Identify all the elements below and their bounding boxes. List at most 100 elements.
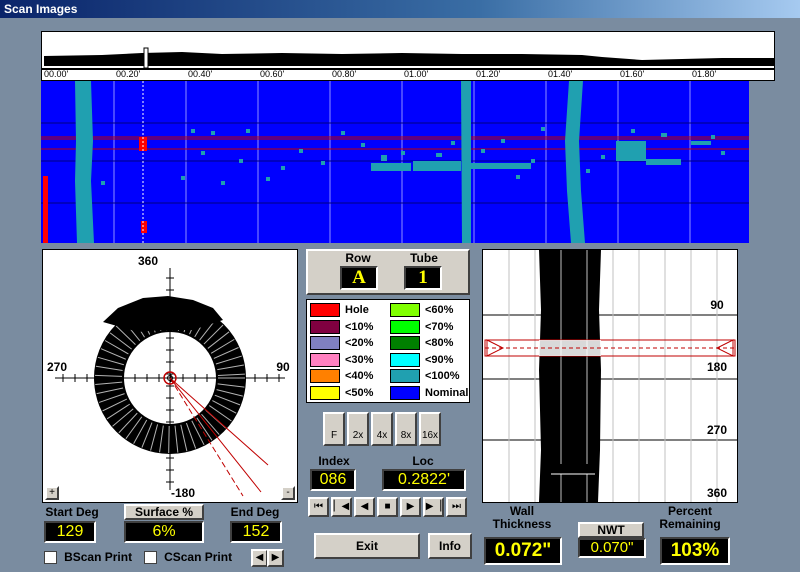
percent-remaining-value-display: 103% [660,537,730,565]
polar-zoom-in-button[interactable]: + [45,486,59,500]
legend-swatch [390,369,420,383]
prev-button[interactable]: ◀ [354,497,375,517]
legend-swatch [390,352,420,367]
index-label: Index [318,454,350,468]
start-deg-value-display: 129 [44,521,96,543]
profile-cursor [143,47,149,69]
zoom-button[interactable]: 4x [371,412,393,446]
legend-swatch [310,352,340,367]
loc-label: Loc [412,454,434,468]
info-button[interactable]: Info [428,533,472,559]
legend-item: <100% [387,368,460,384]
last-icon: ⏭ [452,501,461,512]
loc-value-display: 0.2822' [382,469,466,491]
scroll-left-button[interactable]: ◀ [251,549,268,567]
tube-label: Tube [410,251,438,265]
cscan-print-checkbox[interactable]: CScan Print [144,550,236,566]
zoom-button-group: F 2x 4x 8x 16x [323,412,447,446]
stop-button[interactable]: ■ [377,497,398,517]
cscan-canvas [41,81,749,243]
legend-label: <70% [425,320,454,333]
timeline-tick-label: 01.20' [476,69,501,79]
first-icon: ⏮ [314,501,323,512]
tube-value-display: 1 [404,266,442,290]
cscan-print-label: CScan Print [164,550,233,564]
bscan-view[interactable]: 90 180 270 360 [482,249,738,503]
legend-label: Hole [345,304,369,316]
surface-value-display: 6% [124,521,204,543]
polar-view[interactable]: 360 270 90 -180 + - [42,249,298,503]
right-edge-gutter [775,31,800,572]
legend-item: <90% [387,352,453,368]
timeline-tick-label: 00.40' [188,69,213,79]
legend-swatch [310,303,340,317]
surface-label: Surface % [134,505,194,519]
legend-label: <10% [345,320,374,333]
legend-swatch [310,369,340,383]
weld-band-2 [461,81,471,243]
row-value-display: A [340,266,378,290]
bscan-label-180: 180 [706,360,728,374]
legend-label: <40% [345,370,374,382]
polar-canvas [55,268,285,497]
timeline-tick-label: 01.80' [692,69,717,79]
row-label: Row [345,251,371,265]
scroll-right-button[interactable]: ▶ [267,549,284,567]
legend-item: <60% [387,302,453,318]
legend-label: <20% [345,337,374,349]
weld-band-3 [565,81,585,243]
step-forward-button[interactable]: ▶▕ [423,497,444,517]
polar-zoom-out-button[interactable]: - [281,486,295,500]
index-value-display: 086 [310,469,356,491]
legend-swatch [390,336,420,350]
timeline-ruler: 00.00' 00.20' 00.40' 00.60' 00.80' 01.00' 01.2… [41,69,775,81]
legend-swatch [390,319,420,334]
cscan-gridlines [113,81,691,243]
step-back-button[interactable]: ▏◀ [331,497,352,517]
zoom-button[interactable]: 8x [395,412,417,446]
bscan-canvas [483,250,737,502]
wall-thickness-value-display: 0.072" [484,537,562,565]
chevron-left-icon: ◀ [255,552,264,563]
play-button[interactable]: ▶ [400,497,421,517]
last-button[interactable]: ⏭ [446,497,467,517]
bscan-print-label: BScan Print [64,550,133,564]
bscan-print-check-box[interactable] [44,550,57,564]
zoom-button[interactable]: 2x [347,412,369,446]
profile-strip [41,31,775,69]
start-deg-label: Start Deg [45,505,99,519]
wall-thickness-label: Wall Thickness [492,504,552,531]
timeline-tick-label: 00.20' [116,69,141,79]
zoom-button[interactable]: 16x [419,412,441,446]
legend-swatch [390,303,420,317]
polar-label-bottom: -180 [170,486,196,500]
legend-label: <50% [345,386,374,399]
playback-controls: ⏮ ▏◀ ◀ ■ ▶ ▶▕ ⏭ [308,497,468,519]
first-button[interactable]: ⏮ [308,497,329,517]
profile-strip-graph [44,47,774,69]
legend-swatch [310,385,340,400]
legend-item: <80% [387,335,453,351]
bscan-print-checkbox[interactable]: BScan Print [44,550,134,566]
weld-band-1 [75,81,94,243]
end-deg-label: End Deg [230,505,280,519]
timeline-tick-label: 01.00' [404,69,429,79]
cscan-image[interactable] [41,81,749,243]
bscan-label-90: 90 [710,298,724,312]
legend-item: Hole [307,302,369,318]
timeline-tick-label: 01.40' [548,69,573,79]
legend-label: <100% [425,370,460,382]
legend-item: Nominal [387,385,468,401]
play-icon: ▶ [406,501,415,512]
color-legend: Hole <10% <20% <30% <40% <50% <60% <70% <80% <90… [306,299,470,403]
timeline-tick-label: 01.60' [620,69,645,79]
window-title-bar[interactable]: Scan Images [0,0,800,18]
legend-label: Nominal [425,386,469,399]
polar-label-top: 360 [137,254,159,268]
zoom-button[interactable]: F [323,412,345,446]
step-back-icon: ▏◀ [333,501,350,512]
exit-button[interactable]: Exit [314,533,420,559]
step-forward-icon: ▶▕ [425,501,442,512]
cscan-print-check-box[interactable] [144,550,157,564]
legend-item: <30% [307,352,373,368]
